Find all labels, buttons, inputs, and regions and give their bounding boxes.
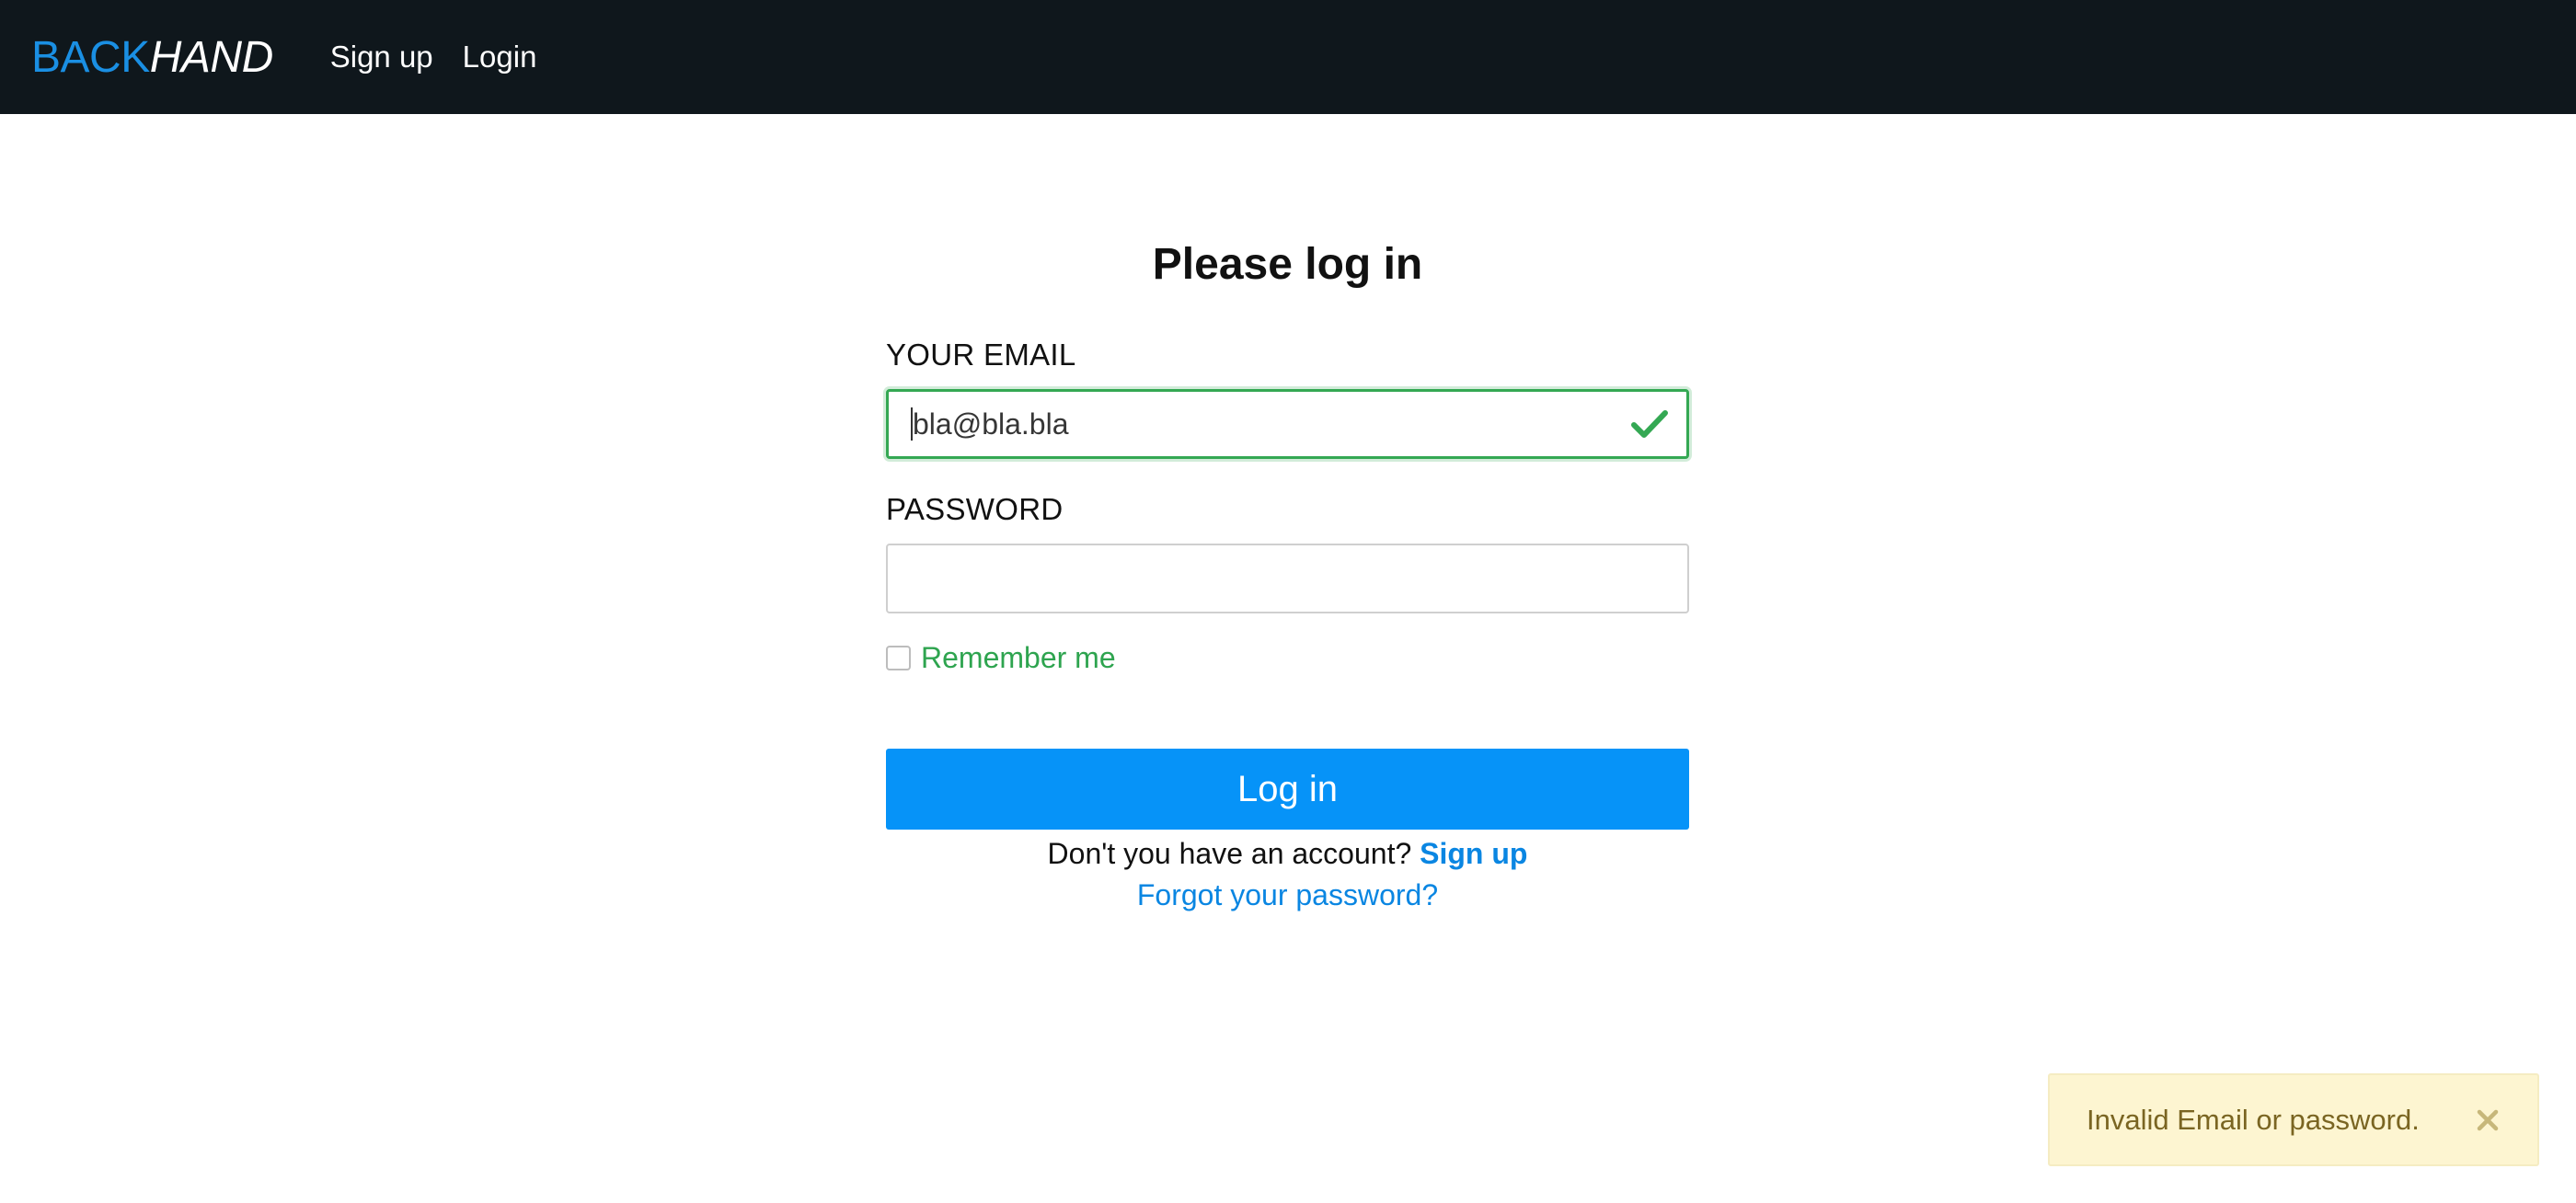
login-button[interactable]: Log in [886, 749, 1689, 830]
remember-me-checkbox[interactable] [886, 646, 911, 670]
nav-signup-link[interactable]: Sign up [330, 40, 433, 74]
signup-prompt-text: Don't you have an account? [1047, 837, 1412, 870]
top-navbar: BACK HAND Sign up Login [0, 0, 2576, 114]
brand-logo[interactable]: BACK HAND [31, 32, 273, 83]
flash-alert: Invalid Email or password. [2048, 1073, 2539, 1166]
login-form: Please log in YOUR EMAIL bla@bla.bla PAS… [886, 230, 1689, 912]
close-icon[interactable] [2475, 1107, 2501, 1133]
email-field[interactable]: bla@bla.bla [886, 389, 1689, 459]
signup-link[interactable]: Sign up [1420, 837, 1527, 870]
brand-logo-part2: HAND [149, 32, 274, 82]
brand-logo-part1: BACK [31, 32, 150, 82]
flash-message: Invalid Email or password. [2087, 1103, 2420, 1136]
signup-prompt-line: Don't you have an account? Sign up [886, 837, 1689, 871]
email-value: bla@bla.bla [913, 407, 1069, 441]
page-title: Please log in [1152, 240, 1423, 289]
nav-login-link[interactable]: Login [463, 40, 537, 74]
forgot-password-link[interactable]: Forgot your password? [886, 878, 1689, 912]
password-field[interactable] [886, 544, 1689, 613]
check-icon [1631, 410, 1668, 438]
password-label: PASSWORD [886, 492, 1064, 526]
remember-me-label[interactable]: Remember me [921, 641, 1116, 675]
remember-me-row: Remember me [886, 641, 1689, 675]
email-label: YOUR EMAIL [886, 338, 1076, 372]
